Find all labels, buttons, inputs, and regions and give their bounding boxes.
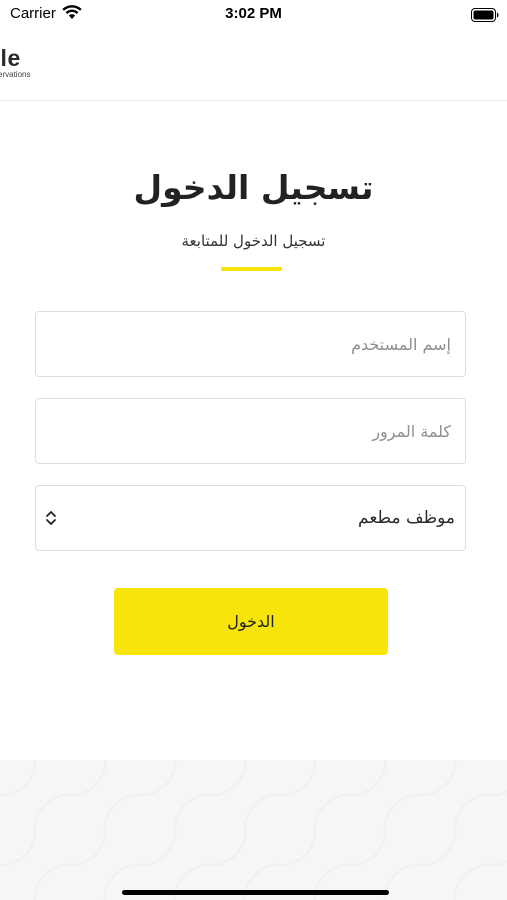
- home-indicator: [122, 890, 389, 895]
- page-title: تسجيل الدخول: [133, 168, 374, 207]
- password-field: [35, 398, 466, 464]
- logo-tagline: servations: [0, 70, 31, 79]
- role-select[interactable]: موظف مطعم: [35, 485, 466, 551]
- app-header: [0, 28, 507, 101]
- battery-icon: [471, 7, 499, 26]
- brand-logo: ble servations: [0, 46, 30, 80]
- logo-wordmark: ble: [0, 45, 21, 71]
- login-button[interactable]: الدخول: [114, 588, 388, 655]
- page-subtitle: تسجيل الدخول للمتابعة: [181, 232, 326, 250]
- status-time: 3:02 PM: [225, 5, 282, 22]
- role-select-value: موظف مطعم: [358, 508, 455, 528]
- select-arrows-icon: [45, 510, 57, 530]
- footer-pattern: [0, 760, 507, 900]
- status-bar: Carrier 3:02 PM: [0, 0, 507, 28]
- username-field: [35, 311, 466, 377]
- username-input[interactable]: [36, 312, 465, 376]
- title-underline: [221, 267, 282, 271]
- password-input[interactable]: [36, 399, 465, 463]
